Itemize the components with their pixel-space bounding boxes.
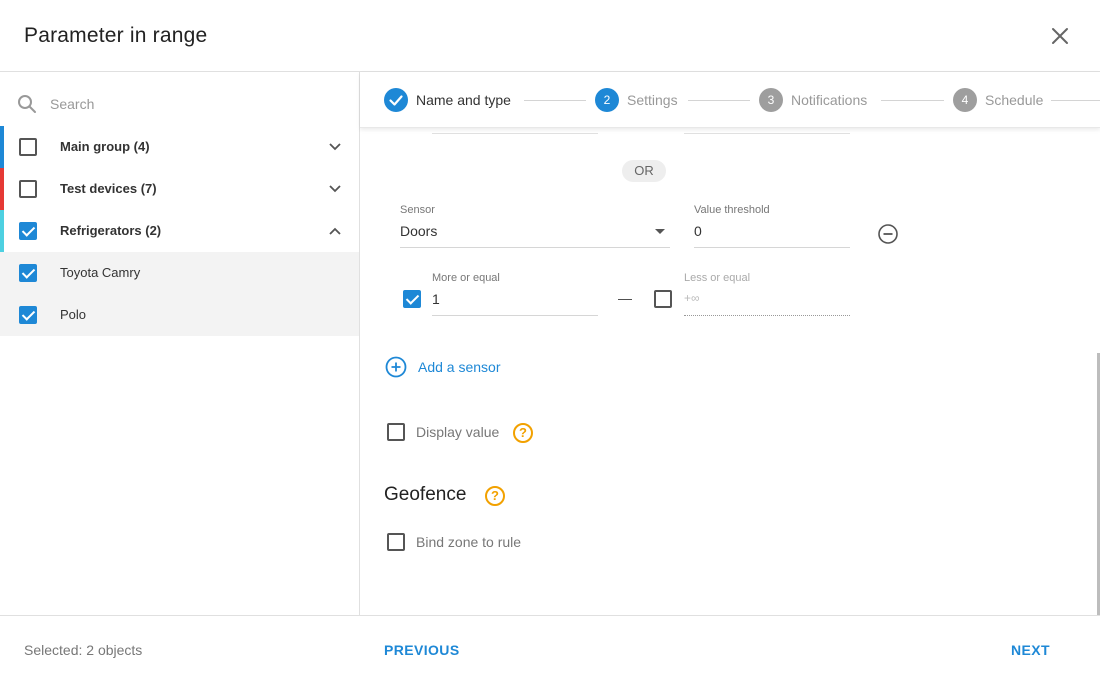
next-button[interactable]: NEXT: [1011, 642, 1050, 658]
group-color-bar: [0, 168, 4, 210]
group-label: Main group (4): [60, 139, 150, 154]
add-circle-icon: [385, 356, 407, 378]
dialog-header: Parameter in range: [0, 0, 1100, 72]
object-checkbox[interactable]: [19, 306, 37, 329]
object-row-toyota[interactable]: Toyota Camry: [0, 252, 359, 294]
step-number: 2: [595, 88, 619, 112]
wizard-stepper: Name and type 2 Settings 3 Notifications…: [360, 72, 1100, 128]
less-equal-checkbox[interactable]: [654, 290, 672, 313]
check-icon: [384, 88, 408, 112]
step-connector: [1051, 100, 1100, 101]
group-color-bar: [0, 126, 4, 168]
step-connector: [524, 100, 586, 101]
object-label: Toyota Camry: [60, 265, 141, 280]
dropdown-arrow-icon: [655, 229, 665, 234]
group-color-bar: [0, 210, 4, 252]
geofence-title: Geofence: [384, 484, 467, 505]
step-label: Schedule: [985, 92, 1044, 108]
chevron-up-icon[interactable]: [327, 223, 343, 239]
remove-circle-icon[interactable]: [878, 224, 898, 244]
field-underline: [400, 247, 670, 248]
step-number: 3: [759, 88, 783, 112]
group-row-refrigerators[interactable]: Refrigerators (2): [0, 210, 359, 252]
field-underline: [694, 247, 850, 248]
less-equal-placeholder: +∞: [684, 291, 700, 305]
more-equal-input[interactable]: 1: [432, 288, 598, 316]
group-row-test[interactable]: Test devices (7): [0, 168, 359, 210]
step-label: Notifications: [791, 92, 868, 108]
search-input[interactable]: [50, 92, 330, 116]
threshold-label: Value threshold: [694, 204, 770, 216]
bind-zone-label: Bind zone to rule: [416, 534, 522, 550]
bind-zone-checkbox[interactable]: [387, 533, 405, 551]
step-label: Name and type: [416, 92, 511, 108]
display-value-label: Display value: [416, 424, 500, 440]
group-checkbox[interactable]: [19, 222, 37, 245]
close-icon[interactable]: [1046, 22, 1074, 50]
object-sidebar: Main group (4) Test devices (7) Refriger…: [0, 72, 360, 615]
search-box: [0, 84, 359, 124]
step-connector: [881, 100, 944, 101]
group-label: Refrigerators (2): [60, 223, 162, 238]
dialog-footer: Selected: 2 objects PREVIOUS NEXT: [0, 615, 1100, 680]
chevron-down-icon[interactable]: [327, 181, 343, 197]
object-checkbox[interactable]: [19, 264, 37, 287]
display-value-checkbox[interactable]: [387, 423, 405, 441]
object-label: Polo: [60, 307, 87, 322]
field-underline: [432, 315, 598, 316]
sensor-value: Doors: [400, 223, 438, 239]
field-underline: [684, 133, 850, 134]
group-row-main[interactable]: Main group (4): [0, 126, 359, 168]
group-label: Test devices (7): [60, 181, 157, 196]
object-row-polo[interactable]: Polo: [0, 294, 359, 336]
step-connector: [688, 100, 750, 101]
step-label: Settings: [627, 92, 678, 108]
range-dash: —: [618, 290, 632, 306]
more-equal-label: More or equal: [432, 272, 500, 284]
help-icon[interactable]: ?: [513, 423, 533, 443]
or-separator: OR: [622, 160, 666, 182]
less-equal-label: Less or equal: [684, 272, 751, 284]
search-icon: [18, 95, 36, 113]
settings-content: OR Sensor Doors Value threshold 0 More o…: [360, 128, 1100, 615]
threshold-input[interactable]: 0: [694, 220, 850, 248]
sensor-label: Sensor: [400, 204, 435, 216]
group-checkbox[interactable]: [19, 180, 37, 203]
sensor-select[interactable]: Doors: [400, 220, 670, 248]
help-icon[interactable]: ?: [485, 486, 505, 506]
step-number: 4: [953, 88, 977, 112]
selected-count: Selected: 2 objects: [24, 642, 143, 658]
more-equal-checkbox[interactable]: [403, 290, 421, 313]
chevron-down-icon[interactable]: [327, 139, 343, 155]
dialog-title: Parameter in range: [24, 24, 208, 47]
field-underline: [432, 133, 598, 134]
previous-button[interactable]: PREVIOUS: [384, 642, 460, 658]
more-equal-value: 1: [432, 291, 440, 307]
less-equal-input[interactable]: +∞: [684, 288, 850, 316]
group-checkbox[interactable]: [19, 138, 37, 161]
field-underline-disabled: [684, 315, 850, 316]
threshold-value: 0: [694, 223, 702, 239]
add-sensor-label: Add a sensor: [418, 359, 501, 375]
